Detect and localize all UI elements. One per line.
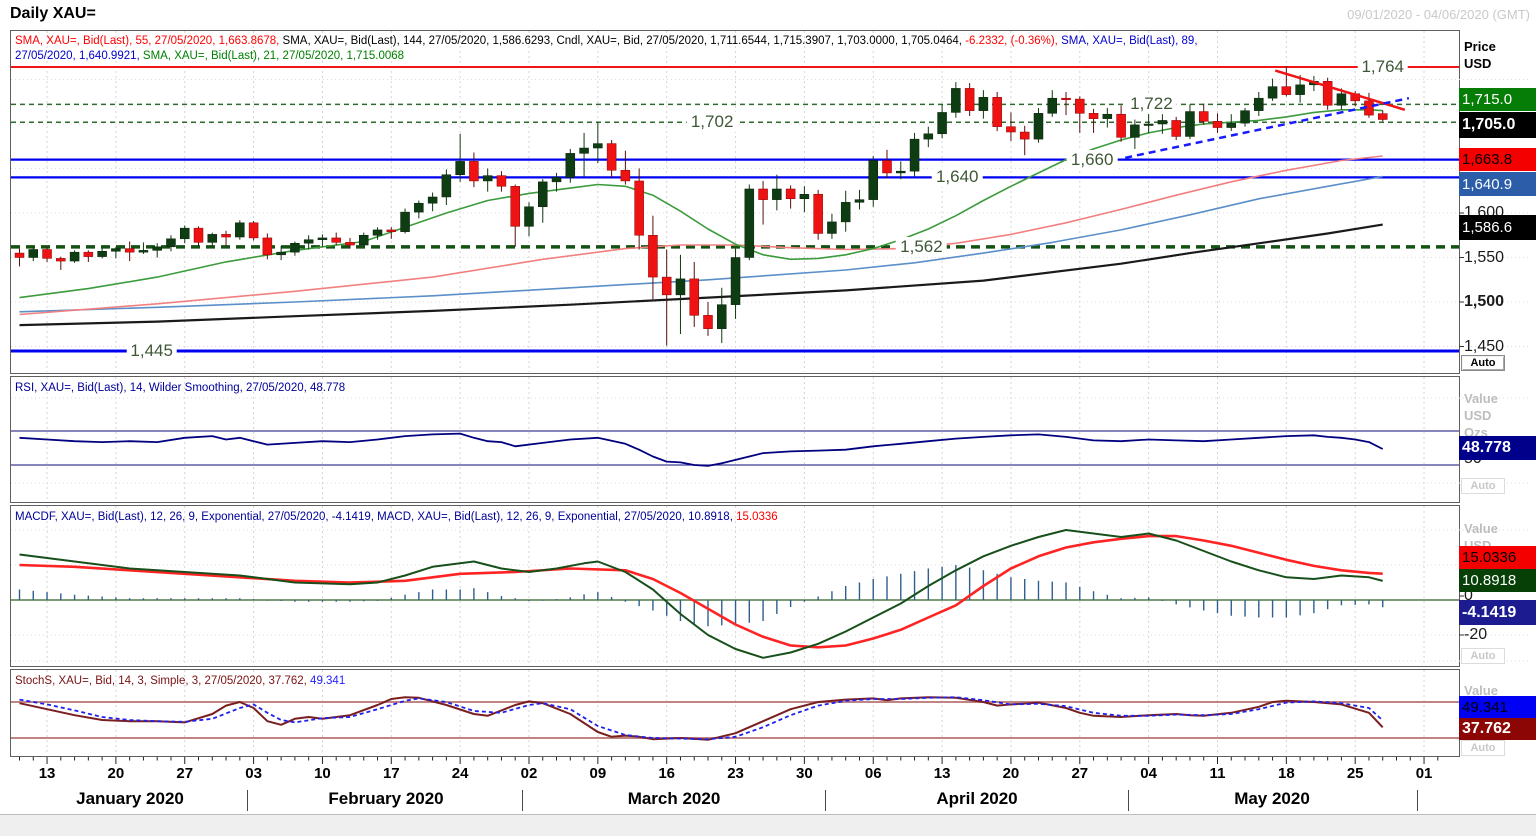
month-separator (522, 790, 523, 811)
chart-title: Daily XAU= (10, 5, 96, 22)
month-separator (825, 790, 826, 811)
month-separator (1128, 790, 1129, 811)
y-axis-label: 1,500 (1464, 293, 1505, 310)
y-axis-label: 1,550 (1464, 248, 1505, 266)
price-badge: -4.1419 (1459, 600, 1536, 625)
day-tick-label: 04 (1140, 765, 1157, 782)
month-label: May 2020 (1234, 789, 1310, 808)
day-tick-label: 01 (1415, 765, 1433, 782)
month-separator (247, 790, 248, 811)
stoch-plot-area[interactable] (11, 670, 1459, 756)
axis-title-line: Value (1464, 391, 1498, 406)
month-label: February 2020 (328, 789, 444, 808)
day-tick-label: 09 (589, 765, 607, 782)
day-tick-label: 16 (658, 765, 676, 782)
date-range: 09/01/2020 - 04/06/2020 (GMT) (1347, 7, 1530, 22)
price-badge: 1,715.0 (1459, 88, 1536, 111)
month-label: March 2020 (627, 789, 721, 808)
day-tick-label: 24 (451, 765, 469, 782)
day-tick-label: 20 (1002, 765, 1020, 782)
axis-title-rsi: Value USD Ozs (1464, 390, 1498, 441)
price-badge: 10.8918 (1459, 569, 1536, 592)
y-axis-label: 1,450 (1464, 337, 1505, 355)
axis-title-line: Value (1464, 521, 1498, 536)
price-badge: 1,640.9 (1459, 172, 1536, 196)
day-tick-label: 10 (314, 765, 331, 782)
day-tick-label: 25 (1346, 765, 1364, 782)
rsi-plot-area[interactable] (11, 377, 1459, 502)
day-tick-label: 27 (176, 765, 194, 782)
day-tick-label: 11 (1209, 765, 1226, 782)
price-badge: 37.762 (1459, 718, 1536, 740)
y-axis-label: -20 (1464, 626, 1488, 643)
month-label: April 2020 (936, 789, 1018, 808)
day-tick-label: 17 (382, 765, 400, 782)
day-tick-label: 27 (1071, 765, 1089, 782)
month-separator (1417, 790, 1418, 811)
price-badge: 48.778 (1459, 436, 1536, 460)
day-tick-label: 06 (864, 765, 882, 782)
day-tick-label: 20 (107, 765, 125, 782)
day-tick-label: 23 (727, 765, 744, 782)
day-tick-label: 30 (796, 765, 813, 782)
price-badge: 1,705.0 (1459, 112, 1536, 138)
chart-application-window: Daily XAU= 09/01/2020 - 04/06/2020 (GMT)… (0, 0, 1536, 836)
auto-scale-button-rsi[interactable]: Auto (1461, 478, 1505, 494)
auto-scale-button-stoch[interactable]: Auto (1461, 740, 1505, 756)
day-tick-label: 13 (38, 765, 56, 782)
price-plot-area[interactable] (11, 31, 1459, 373)
day-tick-label: 18 (1277, 765, 1295, 782)
macd-plot-area[interactable] (11, 506, 1459, 666)
day-tick-label: 02 (520, 765, 538, 782)
auto-scale-button-macd[interactable]: Auto (1461, 648, 1505, 664)
price-badge: 1,663.8 (1459, 148, 1536, 171)
axis-title-line: Price (1464, 39, 1496, 54)
axis-title-line: USD (1464, 408, 1492, 423)
auto-scale-button-price[interactable]: Auto (1461, 355, 1505, 371)
day-tick-label: 13 (933, 765, 951, 782)
day-tick-label: 03 (245, 765, 262, 782)
month-label: January 2020 (76, 789, 184, 808)
axis-title-line: USD (1464, 56, 1492, 71)
price-badge: 15.0336 (1459, 546, 1536, 569)
price-badge: 49.341 (1459, 696, 1536, 718)
axis-title-price: Price USD (1464, 38, 1496, 72)
price-badge: 1,586.6 (1459, 215, 1536, 240)
